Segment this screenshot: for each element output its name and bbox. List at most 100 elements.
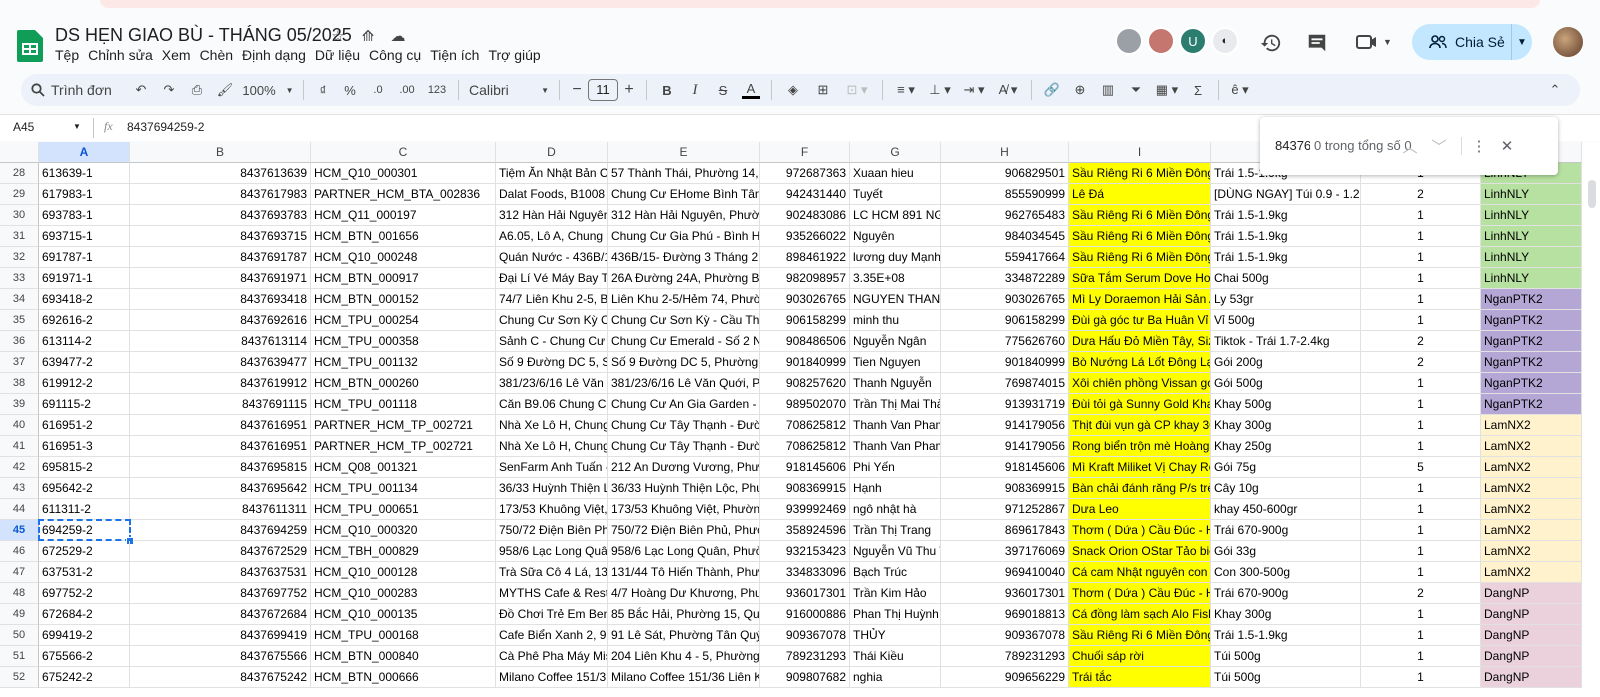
decrease-font-size-icon[interactable]: − (566, 78, 588, 102)
close-icon[interactable]: ✕ (1496, 135, 1518, 157)
cell-a[interactable]: 695815-2 (39, 457, 130, 478)
cell-a[interactable]: 672684-2 (39, 604, 130, 625)
cell-d[interactable]: Đồ Chơi Trẻ Em Ben (496, 604, 608, 625)
cell-d[interactable]: Nhà Xe Lô H, Chung (496, 436, 608, 457)
font-select[interactable]: Calibri ▼ (465, 78, 553, 102)
version-history-icon[interactable] (1260, 32, 1282, 54)
cell-g[interactable]: Phan Thị Huỳnh (850, 604, 941, 625)
cell-b[interactable]: 8437695642 (130, 478, 311, 499)
row-header[interactable]: 48 (0, 583, 39, 604)
column-header-e[interactable]: E (608, 142, 760, 163)
cell-c[interactable]: PARTNER_HCM_TP_002721 (311, 436, 496, 457)
cell-a[interactable]: 675242-2 (39, 667, 130, 688)
avatar[interactable] (1115, 27, 1143, 55)
cell-i[interactable]: Cá cam Nhật nguyên con c (1069, 562, 1211, 583)
cell-b[interactable]: 8437613639 (130, 163, 311, 184)
cell-k[interactable]: 1 (1361, 646, 1481, 667)
cell-j[interactable]: Túi 500g (1211, 667, 1361, 688)
cell-e[interactable]: Chung Cư Sơn Kỳ - Cầu Than (608, 310, 760, 331)
cell-f[interactable]: 972687363 (760, 163, 850, 184)
cell-i[interactable]: Sầu Riêng Ri 6 Miền Đông (1069, 625, 1211, 646)
cell-d[interactable]: 36/33 Huỳnh Thiện L (496, 478, 608, 499)
print-icon[interactable]: ⎙ (183, 78, 211, 102)
cell-a[interactable]: 699419-2 (39, 625, 130, 646)
vertical-scrollbar[interactable] (1588, 180, 1596, 208)
cell-b[interactable]: 8437692616 (130, 310, 311, 331)
filter-icon[interactable]: ⏷ (1122, 78, 1150, 102)
cell-j[interactable]: Gói 33g (1211, 541, 1361, 562)
cell-k[interactable]: 1 (1361, 226, 1481, 247)
cell-c[interactable]: HCM_TPU_000254 (311, 310, 496, 331)
avatar[interactable] (1147, 27, 1175, 55)
cell-g[interactable]: Thanh Van Pham (850, 415, 941, 436)
cell-c[interactable]: HCM_TPU_000168 (311, 625, 496, 646)
cell-b[interactable]: 8437691115 (130, 394, 311, 415)
cell-e[interactable]: 36/33 Huỳnh Thiện Lộc, Phư (608, 478, 760, 499)
menu-file[interactable]: Tệp (55, 47, 86, 63)
cell-c[interactable]: HCM_TBH_000829 (311, 541, 496, 562)
row-header[interactable]: 38 (0, 373, 39, 394)
strikethrough-button[interactable]: S (709, 78, 737, 102)
cell-b[interactable]: 8437693715 (130, 226, 311, 247)
cell-d[interactable]: Nhà Xe Lô H, Chung (496, 415, 608, 436)
cell-c[interactable]: HCM_TPU_000651 (311, 499, 496, 520)
insert-comment-icon[interactable]: ⊕ (1066, 78, 1094, 102)
cell-d[interactable]: MYTHS Cafe & Resto (496, 583, 608, 604)
cell-d[interactable]: A6.05, Lô A, Chung C (496, 226, 608, 247)
column-header-b[interactable]: B (130, 142, 311, 163)
cell-b[interactable]: 8437672684 (130, 604, 311, 625)
cell-l[interactable]: LinhNLY (1481, 184, 1582, 205)
cell-g[interactable]: Phi Yến (850, 457, 941, 478)
cell-i[interactable]: Cá đồng làm sạch Alo Fish (1069, 604, 1211, 625)
cell-b[interactable]: 8437694259 (130, 520, 311, 541)
row-header[interactable]: 34 (0, 289, 39, 310)
cell-e[interactable]: Chung Cư An Gia Garden - S (608, 394, 760, 415)
insert-chart-icon[interactable]: ▥ (1094, 78, 1122, 102)
cell-l[interactable]: LinhNLY (1481, 226, 1582, 247)
cell-j[interactable]: khay 450-600gr (1211, 499, 1361, 520)
cell-h[interactable]: 855590999 (941, 184, 1069, 205)
cell-f[interactable]: 939992469 (760, 499, 850, 520)
cell-d[interactable]: 312 Hàn Hải Nguyên, (496, 205, 608, 226)
cell-g[interactable]: Thái Kiều (850, 646, 941, 667)
cell-h[interactable]: 397176069 (941, 541, 1069, 562)
cell-j[interactable]: Trái 1.5-1.9kg (1211, 625, 1361, 646)
cell-e[interactable]: Số 9 Đường DC 5, Phường S (608, 352, 760, 373)
cell-l[interactable]: DangNP (1481, 604, 1582, 625)
cell-j[interactable]: Chai 500g (1211, 268, 1361, 289)
cell-b[interactable]: 8437675242 (130, 667, 311, 688)
cell-l[interactable]: DangNP (1481, 583, 1582, 604)
cell-e[interactable]: 750/72 Điện Biên Phủ, Phườ (608, 520, 760, 541)
cell-i[interactable]: Sầu Riêng Ri 6 Miền Đông (1069, 247, 1211, 268)
cell-b[interactable]: 8437617983 (130, 184, 311, 205)
cell-j[interactable]: Gói 200g (1211, 352, 1361, 373)
cell-k[interactable]: 2 (1361, 352, 1481, 373)
cell-j[interactable]: Khay 250g (1211, 436, 1361, 457)
cell-g[interactable]: ngô nhật hà (850, 499, 941, 520)
cell-d[interactable]: Dalat Foods, B1008 - (496, 184, 608, 205)
cell-e[interactable]: Chung Cư Tây Thạnh - Đườn (608, 415, 760, 436)
cell-f[interactable]: 942431440 (760, 184, 850, 205)
row-header[interactable]: 42 (0, 457, 39, 478)
cell-i[interactable]: Đùi tỏi gà Sunny Gold Kha (1069, 394, 1211, 415)
row-header[interactable]: 31 (0, 226, 39, 247)
cell-f[interactable]: 908486506 (760, 331, 850, 352)
formula-input[interactable]: 8437694259-2 (127, 120, 204, 134)
cell-h[interactable]: 903026765 (941, 289, 1069, 310)
italic-button[interactable]: I (681, 78, 709, 102)
select-all-corner[interactable] (0, 142, 39, 163)
row-header[interactable]: 39 (0, 394, 39, 415)
text-color-button[interactable]: A (737, 78, 765, 102)
menu-edit[interactable]: Chỉnh sửa (88, 47, 160, 63)
collapse-menus-icon[interactable]: ⌃ (1540, 78, 1570, 102)
cell-f[interactable]: 334833096 (760, 562, 850, 583)
cell-e[interactable]: Chung Cư EHome Bình Tân - (608, 184, 760, 205)
cell-d[interactable]: Chung Cư Sơn Kỳ Cầ (496, 310, 608, 331)
cell-h[interactable]: 971252867 (941, 499, 1069, 520)
cell-d[interactable]: 381/23/6/16 Lê Văn (496, 373, 608, 394)
row-header[interactable]: 35 (0, 310, 39, 331)
cell-g[interactable]: Hạnh (850, 478, 941, 499)
cell-e[interactable]: 57 Thành Thái, Phường 14, Q (608, 163, 760, 184)
vertical-align-icon[interactable]: ⊥ ▾ (923, 78, 957, 102)
cell-a[interactable]: 697752-2 (39, 583, 130, 604)
